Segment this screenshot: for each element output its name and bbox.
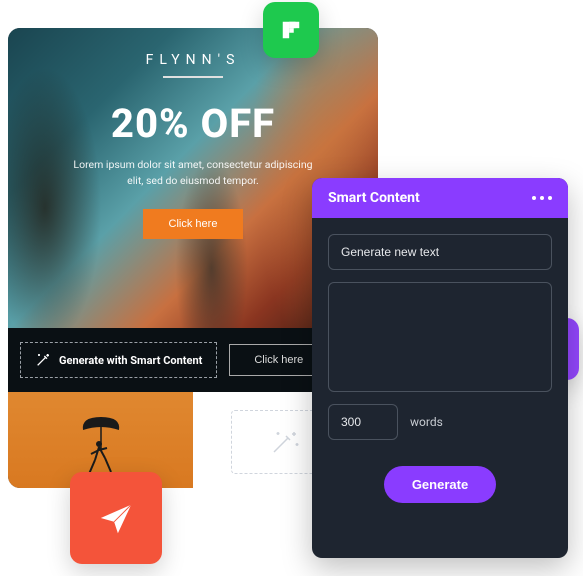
umbrella-person-icon [71, 402, 131, 482]
smart-content-panel: Smart Content words Generate [312, 178, 568, 558]
brand-divider [163, 76, 223, 78]
cta-button[interactable]: Click here [143, 209, 244, 239]
words-row: words [328, 404, 552, 440]
words-label: words [410, 415, 443, 429]
flipboard-icon [280, 19, 302, 41]
wand-icon [35, 352, 51, 368]
panel-body: words Generate [312, 218, 568, 558]
content-textarea[interactable] [328, 282, 552, 392]
generate-smart-content-button[interactable]: Generate with Smart Content [20, 342, 217, 378]
app-icon-red[interactable] [70, 472, 162, 564]
generate-button[interactable]: Generate [384, 466, 496, 503]
panel-header: Smart Content [312, 178, 568, 218]
words-input[interactable] [328, 404, 398, 440]
panel-title: Smart Content [328, 190, 420, 206]
ad-subtext: Lorem ipsum dolor sit amet, consectetur … [68, 157, 318, 189]
more-icon[interactable] [532, 196, 552, 200]
prompt-input[interactable] [328, 234, 552, 270]
wand-sparkle-icon [270, 428, 302, 456]
generate-smart-content-label: Generate with Smart Content [59, 354, 202, 367]
app-icon-green[interactable] [263, 2, 319, 58]
ad-headline: 20% OFF [8, 100, 378, 147]
brand-name: FLYNN'S [8, 52, 378, 68]
paper-plane-icon [97, 499, 135, 537]
